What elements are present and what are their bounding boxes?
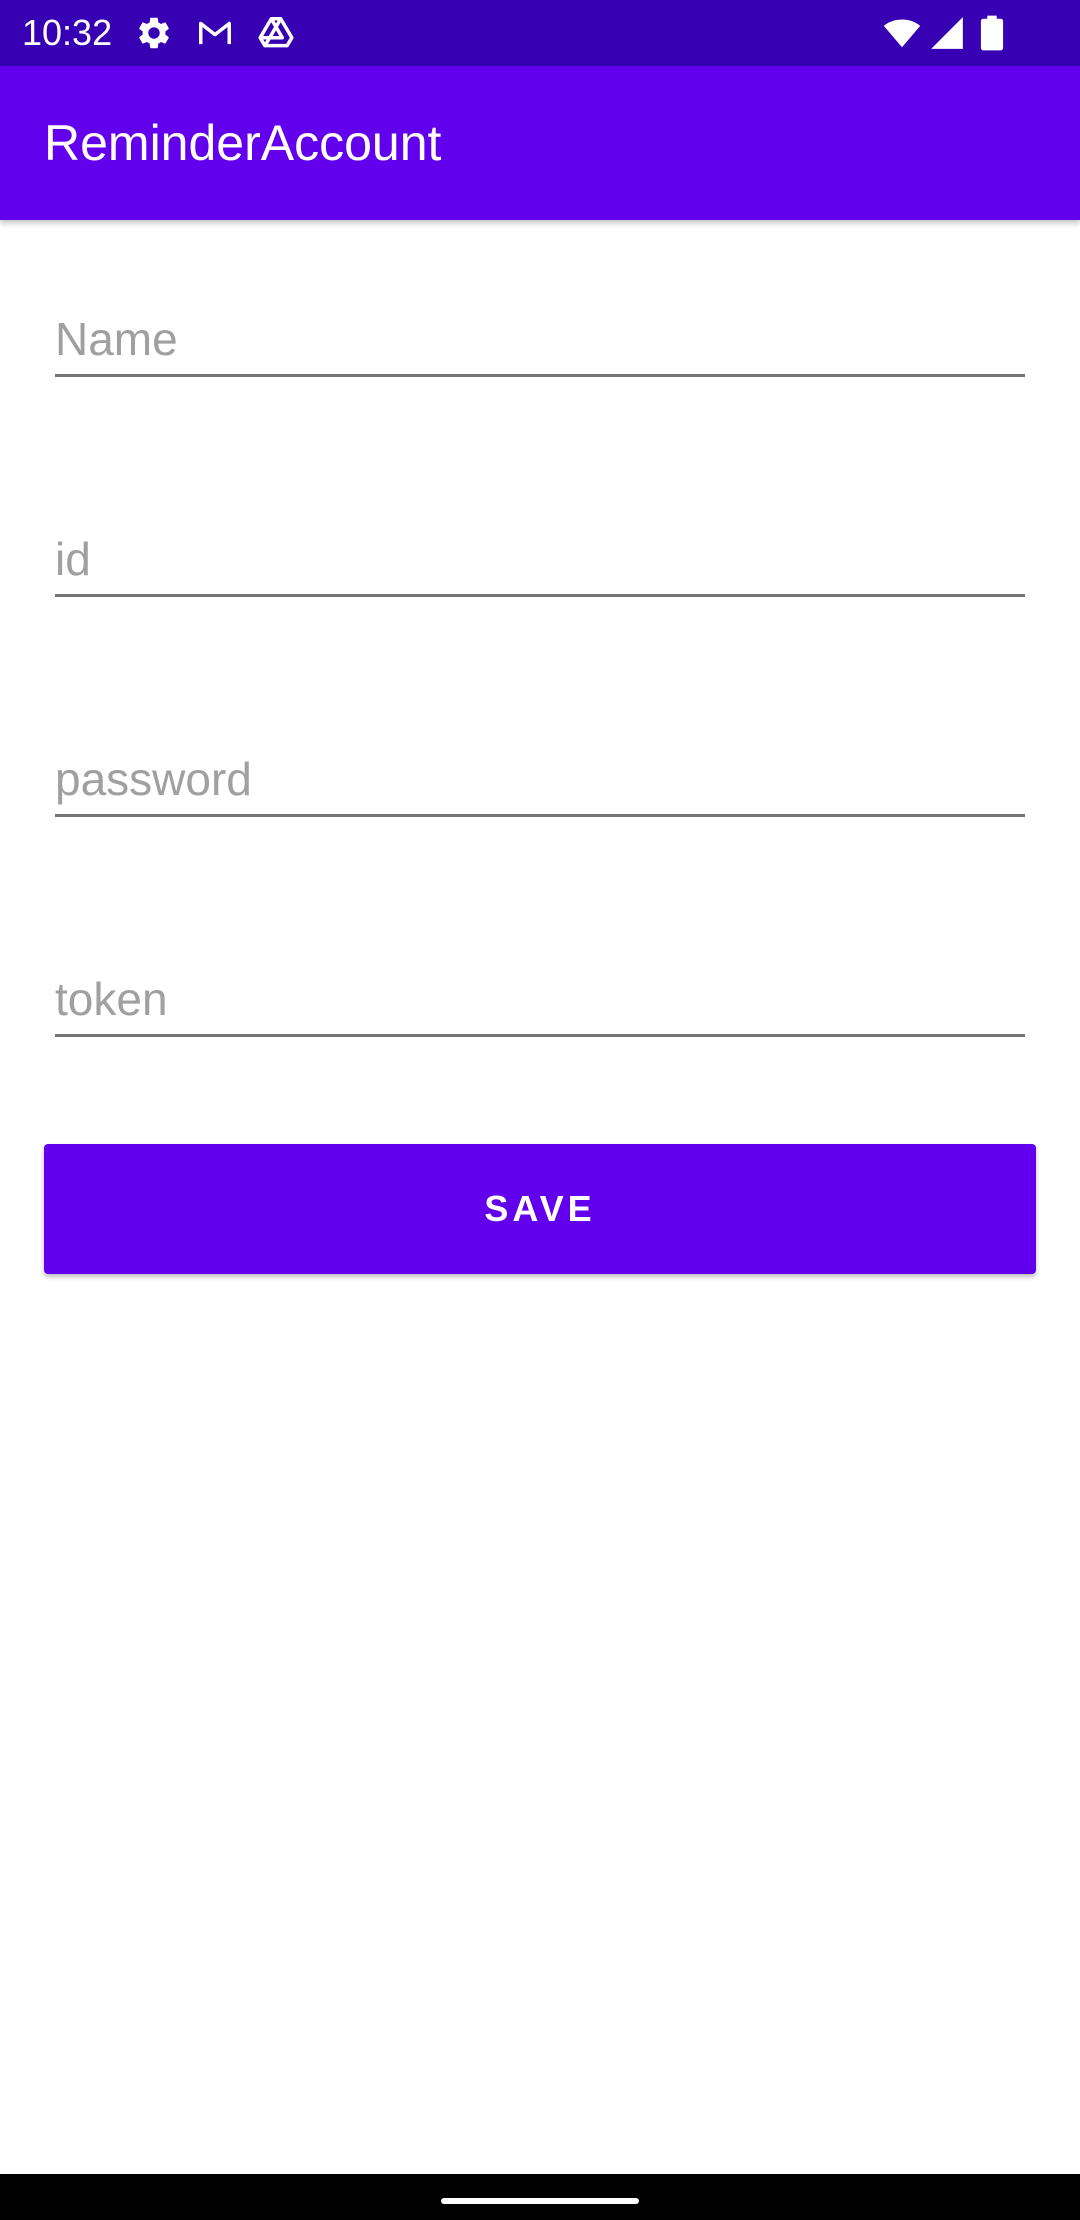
app-title: ReminderAccount (44, 115, 442, 171)
home-gesture-handle[interactable] (441, 2198, 639, 2204)
name-input[interactable] (55, 312, 1025, 366)
gear-icon (135, 14, 173, 52)
navigation-bar (0, 2174, 1080, 2220)
password-input[interactable] (55, 752, 1025, 806)
drive-icon (257, 14, 295, 52)
wifi-icon (882, 14, 922, 52)
gmail-icon (196, 14, 234, 52)
signal-icon (928, 14, 966, 52)
id-input[interactable] (55, 532, 1025, 586)
save-button[interactable]: SAVE (44, 1144, 1036, 1274)
status-time: 10:32 (22, 12, 113, 53)
app-bar: ReminderAccount (0, 66, 1080, 220)
token-input[interactable] (55, 972, 1025, 1026)
token-field[interactable] (55, 938, 1025, 1037)
battery-icon (978, 14, 1006, 52)
password-field[interactable] (55, 718, 1025, 817)
name-field[interactable] (55, 278, 1025, 377)
id-field[interactable] (55, 498, 1025, 597)
status-bar: 10:32 (0, 0, 1080, 66)
